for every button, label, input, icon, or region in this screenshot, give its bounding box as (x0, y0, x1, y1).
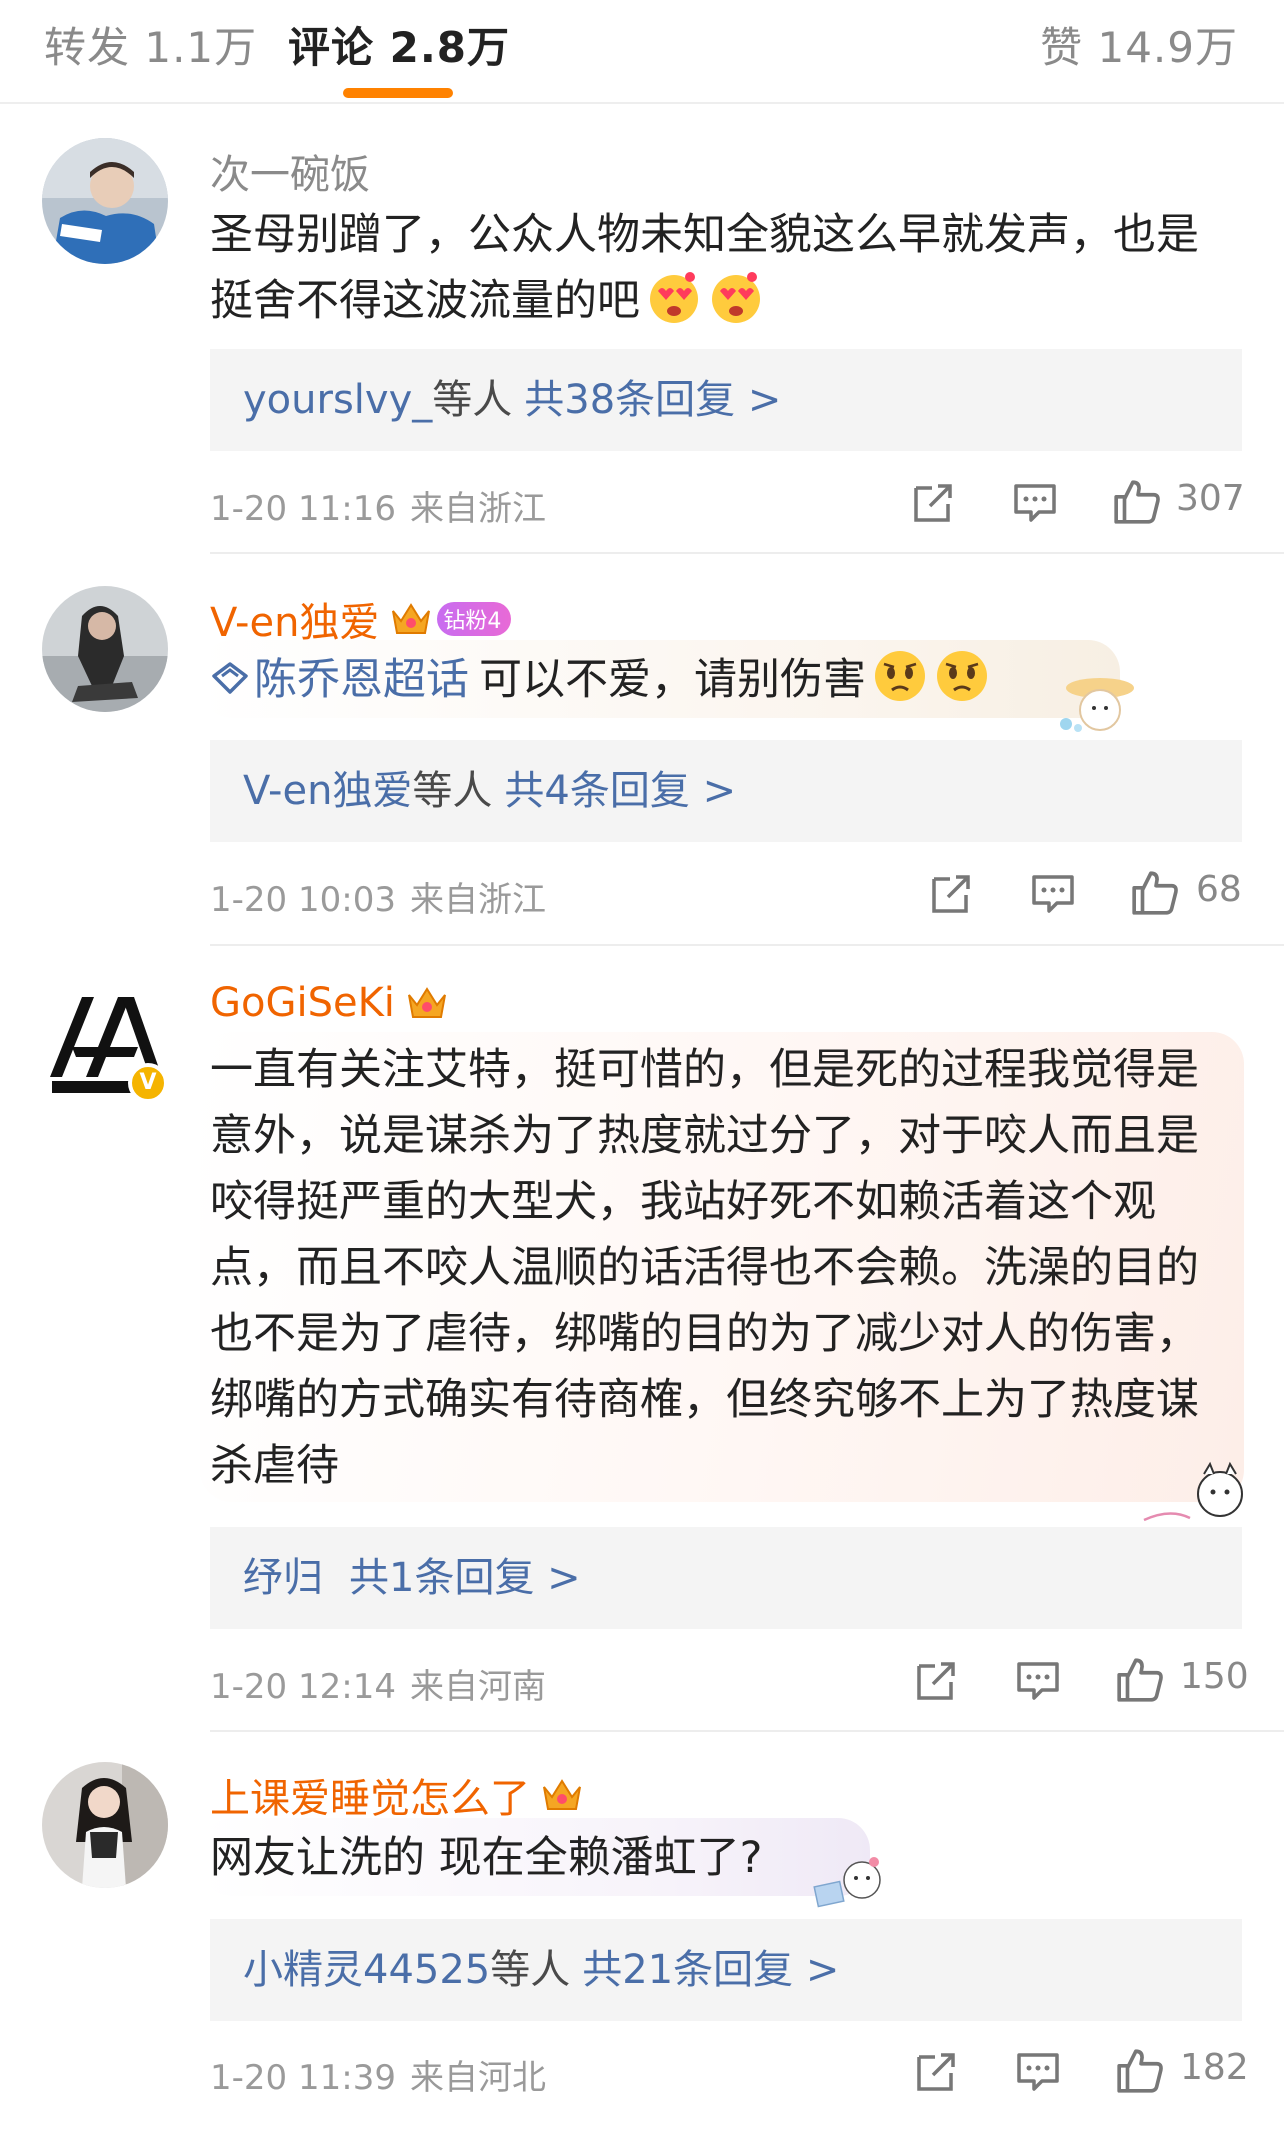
reply-names[interactable]: yourslvy_ (243, 377, 432, 423)
comment-meta: 1-20 12:14 来自河南 (210, 1659, 546, 1708)
reply-count-link[interactable]: 共1条回复 > (349, 1555, 581, 1601)
share-icon[interactable] (928, 869, 976, 917)
comment-meta: 1-20 11:16 来自浙江 (210, 481, 546, 530)
comment-icon[interactable] (1029, 869, 1077, 917)
comment-location: 来自浙江 (409, 489, 546, 529)
tab-likes[interactable]: 赞 14.9万 (1040, 14, 1238, 75)
username[interactable]: 次一碗饭 (210, 142, 370, 200)
comment-icon[interactable] (1014, 2047, 1062, 2095)
comment-text: 一直有关注艾特，挺可惜的，但是死的过程我觉得是意外，说是谋杀为了热度就过分了，对… (210, 1045, 1199, 1491)
vip-crown-icon (407, 987, 446, 1018)
comment-text: 圣母别蹭了，公众人物未知全貌这么早就发声，也是挺舍不得这波流量的吧 (210, 210, 1199, 326)
verified-badge: V (128, 1063, 168, 1103)
avatar[interactable] (42, 1762, 168, 1888)
like-count: 68 (1196, 869, 1242, 910)
comment-icon[interactable] (1014, 1656, 1062, 1704)
like-icon[interactable] (1130, 867, 1180, 917)
heart-eyes-emoji (650, 272, 698, 323)
like-count: 307 (1176, 478, 1245, 519)
divider (210, 1730, 1284, 1732)
fan-level-badge: 钻粉4 (437, 602, 512, 636)
avatar[interactable] (42, 138, 168, 264)
like-icon[interactable] (1112, 476, 1162, 526)
reply-count-link[interactable]: 共38条回复 > (524, 377, 781, 423)
username[interactable]: GoGiSeKi (210, 980, 395, 1026)
super-topic-link[interactable]: 陈乔恩超话 (254, 655, 469, 705)
divider (210, 944, 1284, 946)
tab-forward[interactable]: 转发 1.1万 (44, 14, 257, 75)
comment-time: 1-20 10:03 (210, 880, 396, 920)
comment-tab-bar: 转发 1.1万 评论 2.8万 赞 14.9万 (0, 0, 1284, 104)
comment-meta: 1-20 10:03 来自浙江 (210, 872, 546, 921)
reply-summary[interactable]: yourslvy_等人 共38条回复 > (210, 349, 1242, 451)
comment-text: 网友让洗的 现在全赖潘虹了? (210, 1833, 763, 1883)
tab-comments[interactable]: 评论 2.8万 (288, 14, 510, 75)
comment-icon[interactable] (1011, 478, 1059, 526)
like-icon[interactable] (1115, 2045, 1165, 2095)
sad-emoji (875, 651, 925, 701)
share-icon[interactable] (913, 2047, 961, 2095)
vip-crown-icon (543, 1779, 581, 1810)
like-icon[interactable] (1115, 1654, 1165, 1704)
reply-etc: 等人 (490, 1947, 571, 1993)
reply-names[interactable]: 纾归 (243, 1555, 323, 1601)
avatar[interactable] (42, 586, 168, 712)
reply-etc: 等人 (432, 377, 513, 423)
reply-names[interactable]: V-en独爱 (243, 768, 412, 814)
like-count: 182 (1180, 2047, 1249, 2088)
comment-location: 来自河南 (409, 1667, 546, 1707)
share-icon[interactable] (910, 478, 958, 526)
comment-time: 1-20 12:14 (210, 1667, 396, 1707)
super-topic-icon (212, 662, 248, 694)
reply-etc: 等人 (412, 768, 493, 814)
reply-summary[interactable]: V-en独爱等人 共4条回复 > (210, 740, 1242, 842)
share-icon[interactable] (913, 1656, 961, 1704)
heart-eyes-emoji (712, 272, 760, 323)
reply-count-link[interactable]: 共21条回复 > (582, 1947, 839, 1993)
bubble-decoration-sticker (1143, 1461, 1243, 1522)
reply-count-link[interactable]: 共4条回复 > (504, 768, 736, 814)
comment-location: 来自浙江 (409, 880, 546, 920)
reply-names[interactable]: 小精灵44525 (243, 1947, 490, 1993)
comment-time: 1-20 11:16 (210, 489, 396, 529)
comment-location: 来自河北 (409, 2058, 546, 2098)
vip-crown-icon (392, 603, 431, 634)
active-tab-indicator (343, 88, 453, 98)
divider (210, 552, 1284, 554)
username[interactable]: 上课爱睡觉怎么了 (210, 1766, 530, 1824)
like-count: 150 (1180, 1656, 1249, 1697)
reply-summary[interactable]: 纾归 共1条回复 > (210, 1527, 1242, 1629)
comment-meta: 1-20 11:39 来自河北 (210, 2050, 546, 2099)
bubble-decoration-sticker (813, 1857, 881, 1908)
comment-time: 1-20 11:39 (210, 2058, 396, 2098)
reply-summary[interactable]: 小精灵44525等人 共21条回复 > (210, 1919, 1242, 2021)
bubble-decoration-sticker (1060, 678, 1134, 732)
sad-emoji (937, 651, 987, 701)
